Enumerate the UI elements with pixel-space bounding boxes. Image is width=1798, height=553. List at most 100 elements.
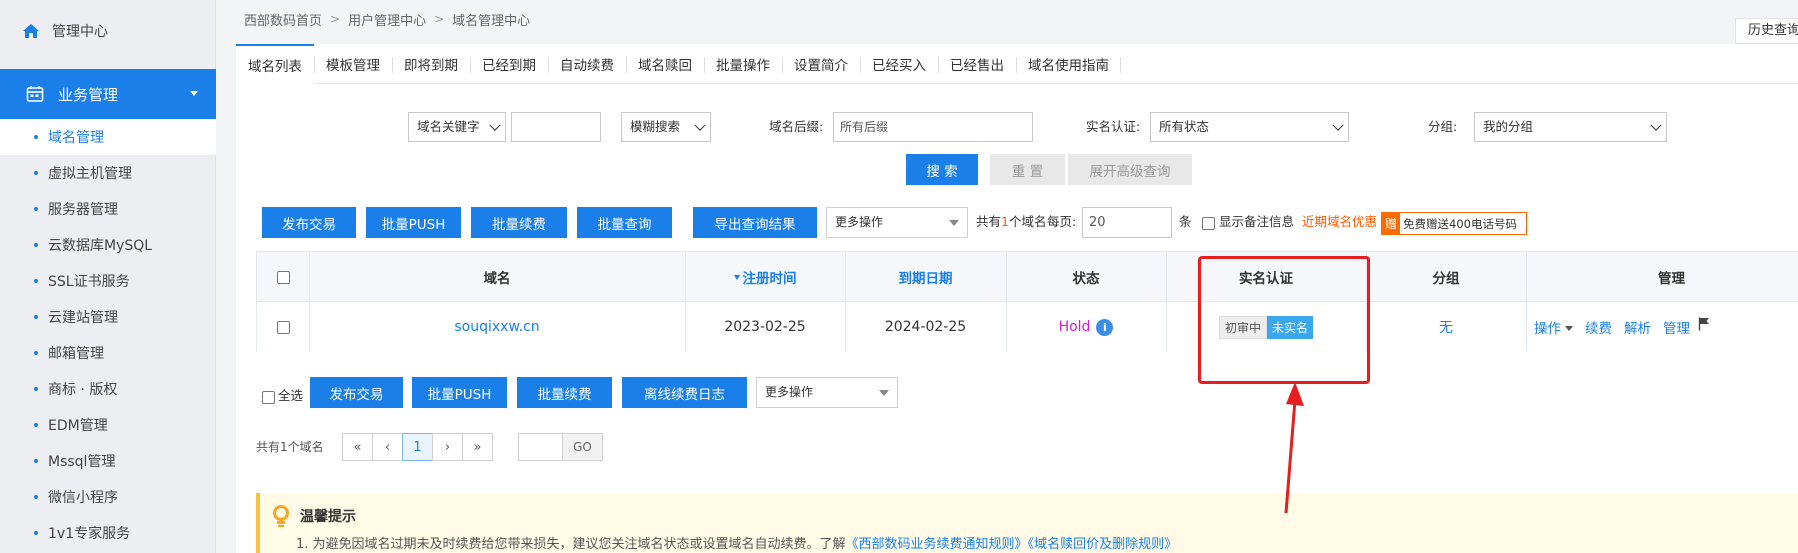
batch-renew-button[interactable]: 批量续费 [471,207,567,238]
sidebar-item-edm[interactable]: EDM管理 [0,407,216,443]
header-group: 分组 [1432,271,1460,287]
realname-select-value: 所有状态 [1159,119,1210,134]
tab-expired[interactable]: 已经到期 [470,44,548,83]
tab-redeem[interactable]: 域名赎回 [626,44,704,83]
lightbulb-icon [273,505,289,527]
tab-domain-list[interactable]: 域名列表 [236,44,314,84]
bottom-publish-trade-button[interactable]: 发布交易 [310,377,403,408]
sidebar-item-label: 管理中心 [52,24,108,40]
gift-badge-label: 赠 [1382,213,1400,234]
total-prefix: 共有 [976,214,1002,229]
tab-sold[interactable]: 已经售出 [938,44,1016,83]
select-all-header-checkbox[interactable] [276,270,290,284]
tab-bought[interactable]: 已经买入 [860,44,938,83]
flag-icon[interactable] [1698,317,1710,331]
domain-table: 域名 注册时间 到期日期 状态 实名认证 分组 管理 souqixxw.cn 2… [256,251,1798,352]
breadcrumb-user-center[interactable]: 用户管理中心 [348,10,426,29]
history-query-button[interactable]: 历史查询 [1735,18,1798,44]
tab-intro[interactable]: 设置简介 [782,44,860,83]
sidebar-item-mssql[interactable]: Mssql管理 [0,443,216,479]
tab-template[interactable]: 模板管理 [314,44,392,83]
advanced-search-button[interactable]: 展开高级查询 [1068,154,1192,185]
sidebar-list: 域名管理 虚拟主机管理 服务器管理 云数据库MySQL SSL证书服务 云建站管… [0,119,216,551]
header-reg-time[interactable]: 注册时间 [685,252,845,302]
sidebar-item-domain[interactable]: 域名管理 [0,119,216,155]
batch-query-button[interactable]: 批量查询 [577,207,672,238]
renewal-rules-link[interactable]: 《西部数码业务续费通知规则》 [846,537,1028,552]
renew-link[interactable]: 续费 [1585,317,1612,337]
search-button[interactable]: 搜 索 [906,154,978,185]
manage-link[interactable]: 管理 [1663,317,1690,337]
bottom-batch-renew-button[interactable]: 批量续费 [517,377,612,408]
suffix-input[interactable]: 所有后缀 [833,112,1033,142]
match-mode-value: 模糊搜索 [630,119,681,134]
page-1-button[interactable]: 1 [402,433,433,461]
tab-bar: 域名列表 模板管理 即将到期 已经到期 自动续费 域名赎回 批量操作 设置简介 … [236,44,1798,84]
realname-select[interactable]: 所有状态 [1150,112,1349,142]
sidebar-item-ssl[interactable]: SSL证书服务 [0,263,216,299]
gift-phone-badge[interactable]: 赠 免费赠送400电话号码 [1381,212,1527,235]
table-header-row: 域名 注册时间 到期日期 状态 实名认证 分组 管理 [257,252,1798,302]
chevron-down-icon [694,119,706,131]
operate-dropdown[interactable]: 操作 [1534,317,1585,337]
reset-button[interactable]: 重 置 [990,154,1065,185]
sidebar-item-mail[interactable]: 邮箱管理 [0,335,216,371]
prev-page-button[interactable]: ‹ [372,433,403,461]
redeem-rules-link[interactable]: 《域名赎回价及删除规则》 [1028,537,1178,552]
warm-tip-box: 温馨提示 1. 为避免因域名过期未及时续费给您带来损失，建议您关注域名状态或设置… [256,493,1798,553]
group-value[interactable]: 无 [1366,302,1526,352]
next-page-button[interactable]: › [432,433,463,461]
expire-value: 2024-02-25 [884,319,967,335]
per-page-input[interactable]: 20 [1082,207,1172,238]
show-remark-label: 显示备注信息 [1219,214,1295,229]
more-actions-select[interactable]: 更多操作 [826,207,968,238]
sidebar-item-mysql[interactable]: 云数据库MySQL [0,227,216,263]
info-icon[interactable]: i [1096,318,1114,336]
sidebar-item-dashboard[interactable]: 管理中心 [0,0,216,62]
go-button[interactable]: GO [562,433,603,461]
last-page-button[interactable]: » [462,433,493,461]
page-jump-input[interactable] [518,433,563,461]
gift-badge-text: 免费赠送400电话号码 [1403,216,1517,231]
tab-auto-renew[interactable]: 自动续费 [548,44,626,83]
per-page-unit: 条 [1179,214,1192,229]
tab-guide[interactable]: 域名使用指南 [1016,44,1121,83]
chevron-down-icon [489,119,501,131]
sidebar-item-vhost[interactable]: 虚拟主机管理 [0,155,216,191]
group-select[interactable]: 我的分组 [1474,112,1667,142]
status-cell: Hold i [1006,302,1166,352]
sidebar-item-expert[interactable]: 1v1专家服务 [0,515,216,551]
offline-renew-log-button[interactable]: 离线续费日志 [622,377,747,408]
sidebar-item-trademark[interactable]: 商标 · 版权 [0,371,216,407]
table-row: souqixxw.cn 2023-02-25 2024-02-25 Hold i… [257,302,1798,352]
domain-link[interactable]: souqixxw.cn [309,302,685,352]
sidebar-section-business[interactable]: 业务管理 [0,69,216,119]
tab-batch[interactable]: 批量操作 [704,44,782,83]
promo-link[interactable]: 近期域名优惠 [1302,212,1377,232]
calendar-icon [26,86,44,102]
header-status: 状态 [1072,271,1100,287]
batch-push-button[interactable]: 批量PUSH [366,207,461,238]
dns-link[interactable]: 解析 [1624,317,1651,337]
row-checkbox[interactable] [276,320,290,334]
tab-expiring[interactable]: 即将到期 [392,44,470,83]
chevron-right-icon: > [434,12,445,26]
annotation-arrow-icon [1284,382,1304,514]
reg-time-value: 2023-02-25 [724,319,806,335]
first-page-button[interactable]: « [342,433,373,461]
breadcrumb-home[interactable]: 西部数码首页 [244,10,322,29]
operate-label: 操作 [1534,321,1561,337]
match-mode-select[interactable]: 模糊搜索 [621,112,711,142]
keyword-type-select[interactable]: 域名关键字 [408,112,506,142]
sidebar-item-server[interactable]: 服务器管理 [0,191,216,227]
publish-trade-button[interactable]: 发布交易 [262,207,356,238]
select-all-checkbox[interactable] [262,391,275,404]
sidebar-item-miniprogram[interactable]: 微信小程序 [0,479,216,515]
export-results-button[interactable]: 导出查询结果 [693,207,817,238]
bottom-more-actions-select[interactable]: 更多操作 [756,377,898,408]
bottom-batch-push-button[interactable]: 批量PUSH [412,377,507,408]
sidebar-item-site-builder[interactable]: 云建站管理 [0,299,216,335]
header-expire[interactable]: 到期日期 [845,252,1006,302]
keyword-input[interactable] [511,112,601,142]
show-remark-checkbox[interactable] [1202,217,1215,230]
